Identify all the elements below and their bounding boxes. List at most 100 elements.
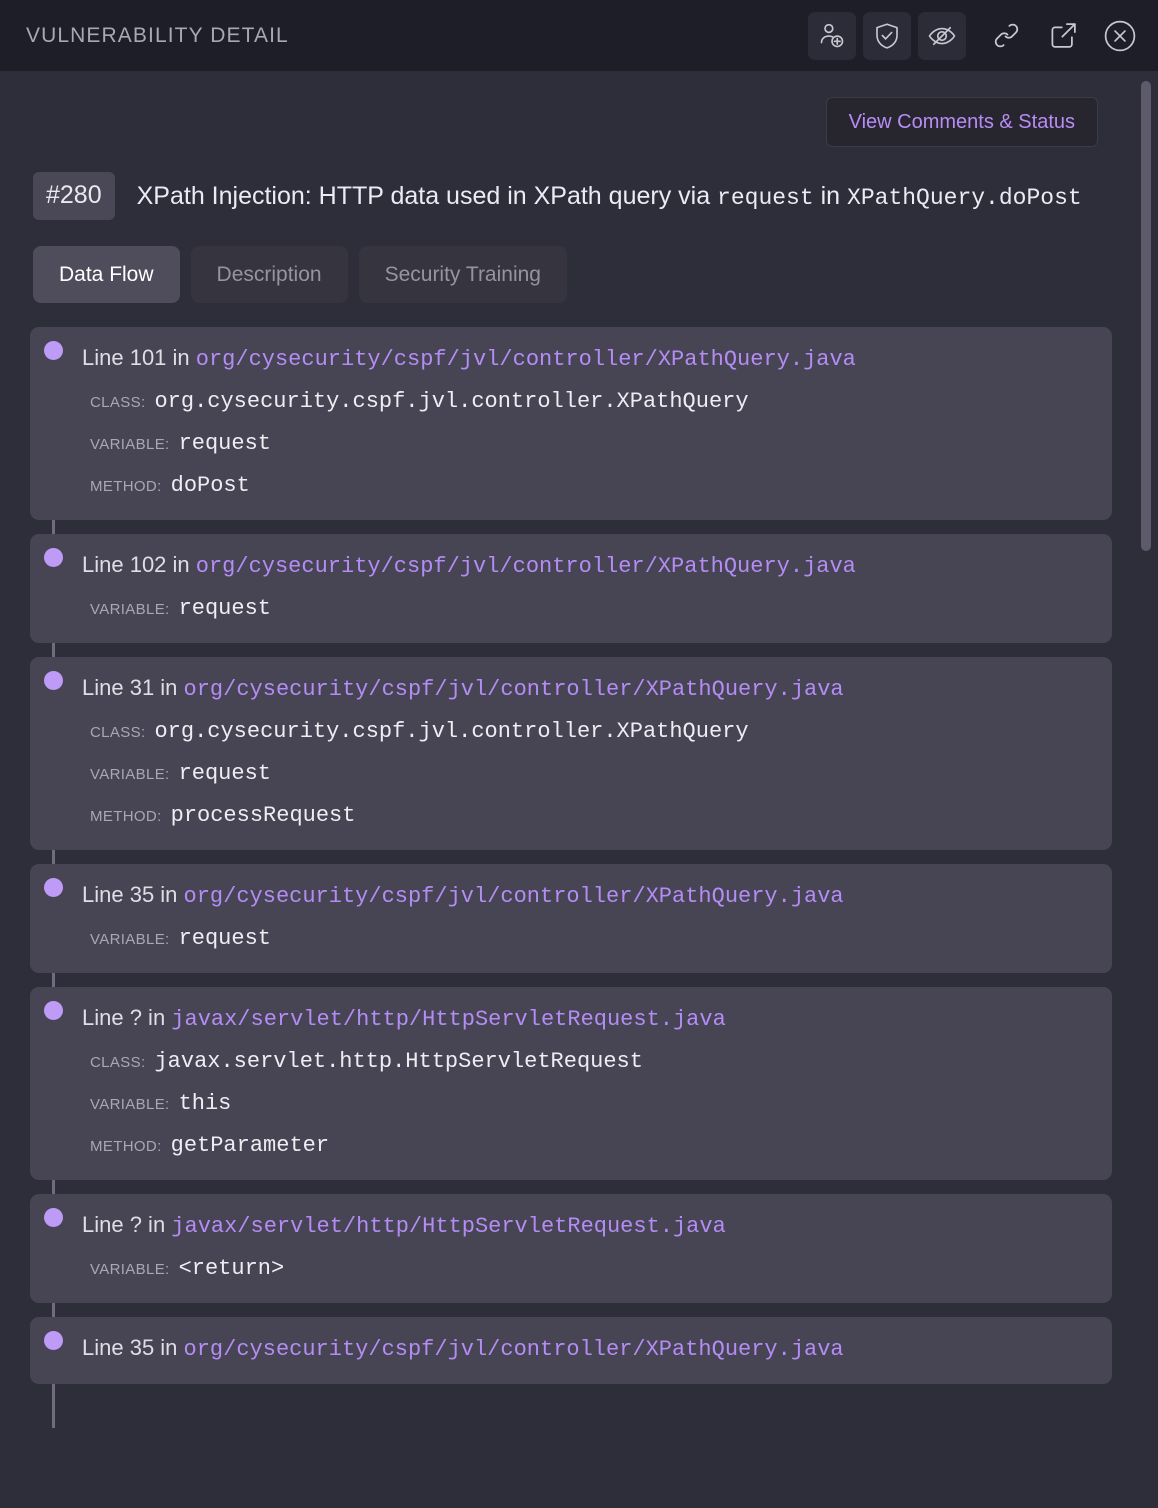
field-variable-name: VARIABLE: <return> xyxy=(82,1256,1088,1281)
data-flow-step-location: Line 35 in org/cysecurity/cspf/jvl/contr… xyxy=(82,882,1088,909)
data-flow-step[interactable]: Line 35 in org/cysecurity/cspf/jvl/contr… xyxy=(30,864,1112,973)
eye-off-icon xyxy=(927,21,957,51)
field-label-variable-name: VARIABLE: xyxy=(90,436,170,453)
field-label-method-name: METHOD: xyxy=(90,478,162,495)
data-flow-step-line: Line 101 in xyxy=(82,345,196,370)
data-flow-step-location: Line 31 in org/cysecurity/cspf/jvl/contr… xyxy=(82,675,1088,702)
field-value-variable-name: request xyxy=(178,926,271,951)
data-flow-step-file-link[interactable]: org/cysecurity/cspf/jvl/controller/XPath… xyxy=(196,347,856,372)
field-label-variable-name: VARIABLE: xyxy=(90,766,170,783)
data-flow-step-fields: VARIABLE: request xyxy=(82,926,1088,951)
timeline-dot-icon xyxy=(44,341,63,360)
mark-verified-button[interactable] xyxy=(863,11,911,60)
vulnerability-id-badge: #280 xyxy=(33,172,115,220)
field-label-class-name: CLASS: xyxy=(90,1054,146,1071)
data-flow-step-file-link[interactable]: org/cysecurity/cspf/jvl/controller/XPath… xyxy=(184,1337,844,1362)
field-label-method-name: METHOD: xyxy=(90,808,162,825)
field-value-class-name: org.cysecurity.cspf.jvl.controller.XPath… xyxy=(154,719,749,744)
field-value-class-name: javax.servlet.http.HttpServletRequest xyxy=(154,1049,643,1074)
field-value-class-name: org.cysecurity.cspf.jvl.controller.XPath… xyxy=(154,389,749,414)
titlebar-actions xyxy=(808,11,1144,60)
data-flow-step-file-link[interactable]: org/cysecurity/cspf/jvl/controller/XPath… xyxy=(184,677,844,702)
data-flow-step-line: Line 31 in xyxy=(82,675,184,700)
field-value-method-name: doPost xyxy=(170,473,250,498)
field-value-method-name: getParameter xyxy=(170,1133,330,1158)
data-flow-step-location: Line ? in javax/servlet/http/HttpServlet… xyxy=(82,1212,1088,1239)
close-circle-icon xyxy=(1102,18,1138,54)
user-add-icon xyxy=(817,21,847,51)
timeline-dot-icon xyxy=(44,1001,63,1020)
data-flow-step[interactable]: Line 31 in org/cysecurity/cspf/jvl/contr… xyxy=(30,657,1112,850)
vertical-scrollbar[interactable] xyxy=(1140,71,1152,1508)
data-flow-step[interactable]: Line 101 in org/cysecurity/cspf/jvl/cont… xyxy=(30,327,1112,520)
data-flow-step-line: Line ? in xyxy=(82,1212,172,1237)
field-variable-name: VARIABLE: this xyxy=(82,1091,1088,1116)
timeline-dot-icon xyxy=(44,878,63,897)
vulnerability-title-text: XPath Injection: HTTP data used in XPath… xyxy=(136,181,718,210)
vulnerability-title-variable: request xyxy=(717,184,814,211)
field-class-name: CLASS: org.cysecurity.cspf.jvl.controller… xyxy=(82,719,1088,744)
close-panel-button[interactable] xyxy=(1096,12,1144,60)
data-flow-step-fields: VARIABLE: request xyxy=(82,596,1088,621)
data-flow-step-file-link[interactable]: org/cysecurity/cspf/jvl/controller/XPath… xyxy=(184,884,844,909)
timeline-dot-icon xyxy=(44,671,63,690)
copy-link-button[interactable] xyxy=(982,12,1030,60)
open-external-button[interactable] xyxy=(1039,12,1087,60)
detail-content: View Comments & Status #280 XPath Inject… xyxy=(0,71,1158,1428)
external-link-icon xyxy=(1048,20,1079,51)
page-title: VULNERABILITY DETAIL xyxy=(26,23,289,47)
detail-scroll-area: View Comments & Status #280 XPath Inject… xyxy=(0,71,1158,1508)
data-flow-step-fields: CLASS: org.cysecurity.cspf.jvl.controller… xyxy=(82,719,1088,828)
field-value-variable-name: request xyxy=(178,596,271,621)
link-icon xyxy=(991,20,1022,51)
timeline-dot-icon xyxy=(44,548,63,567)
data-flow-step-line: Line 35 in xyxy=(82,1335,184,1360)
tab-description[interactable]: Description xyxy=(190,246,348,303)
vulnerability-title-row: #280 XPath Injection: HTTP data used in … xyxy=(30,172,1112,220)
vulnerability-detail-panel: VULNERABILITY DETAIL View Comments & Sta… xyxy=(0,0,1158,1508)
data-flow-step[interactable]: Line ? in javax/servlet/http/HttpServlet… xyxy=(30,1194,1112,1303)
data-flow-list: Line 101 in org/cysecurity/cspf/jvl/cont… xyxy=(30,327,1112,1428)
field-class-name: CLASS: javax.servlet.http.HttpServletRequ… xyxy=(82,1049,1088,1074)
data-flow-step-file-link[interactable]: javax/servlet/http/HttpServletRequest.ja… xyxy=(171,1007,726,1032)
field-value-variable-name: this xyxy=(178,1091,232,1116)
data-flow-step-line: Line 35 in xyxy=(82,882,184,907)
field-label-method-name: METHOD: xyxy=(90,1138,162,1155)
field-method-name: METHOD: processRequest xyxy=(82,803,1088,828)
vulnerability-title-joiner: in xyxy=(813,181,848,210)
field-method-name: METHOD: getParameter xyxy=(82,1133,1088,1158)
hide-finding-button[interactable] xyxy=(918,11,966,60)
field-variable-name: VARIABLE: request xyxy=(82,596,1088,621)
field-class-name: CLASS: org.cysecurity.cspf.jvl.controller… xyxy=(82,389,1088,414)
tab-data-flow[interactable]: Data Flow xyxy=(33,246,180,303)
data-flow-step-location: Line 35 in org/cysecurity/cspf/jvl/contr… xyxy=(82,1335,1088,1362)
field-variable-name: VARIABLE: request xyxy=(82,431,1088,456)
field-value-variable-name: request xyxy=(178,431,271,456)
data-flow-step-file-link[interactable]: org/cysecurity/cspf/jvl/controller/XPath… xyxy=(196,554,856,579)
field-label-class-name: CLASS: xyxy=(90,724,146,741)
data-flow-step[interactable]: Line ? in javax/servlet/http/HttpServlet… xyxy=(30,987,1112,1180)
data-flow-step-fields: CLASS: org.cysecurity.cspf.jvl.controller… xyxy=(82,389,1088,498)
scrollbar-thumb[interactable] xyxy=(1141,81,1151,551)
field-label-variable-name: VARIABLE: xyxy=(90,1096,170,1113)
comments-row: View Comments & Status xyxy=(30,71,1112,147)
data-flow-step[interactable]: Line 35 in org/cysecurity/cspf/jvl/contr… xyxy=(30,1317,1112,1384)
field-value-variable-name: <return> xyxy=(178,1256,285,1281)
data-flow-step-location: Line 102 in org/cysecurity/cspf/jvl/cont… xyxy=(82,552,1088,579)
field-value-variable-name: request xyxy=(178,761,271,786)
data-flow-step-file-link[interactable]: javax/servlet/http/HttpServletRequest.ja… xyxy=(171,1214,726,1239)
field-variable-name: VARIABLE: request xyxy=(82,926,1088,951)
timeline-dot-icon xyxy=(44,1331,63,1350)
data-flow-step[interactable]: Line 102 in org/cysecurity/cspf/jvl/cont… xyxy=(30,534,1112,643)
shield-check-icon xyxy=(872,21,902,51)
data-flow-step-fields: VARIABLE: <return> xyxy=(82,1256,1088,1281)
assign-user-button[interactable] xyxy=(808,11,856,60)
data-flow-step-fields: CLASS: javax.servlet.http.HttpServletRequ… xyxy=(82,1049,1088,1158)
panel-titlebar: VULNERABILITY DETAIL xyxy=(0,0,1158,71)
data-flow-step-location: Line 101 in org/cysecurity/cspf/jvl/cont… xyxy=(82,345,1088,372)
data-flow-step-location: Line ? in javax/servlet/http/HttpServlet… xyxy=(82,1005,1088,1032)
field-label-variable-name: VARIABLE: xyxy=(90,931,170,948)
tab-security-training[interactable]: Security Training xyxy=(358,246,567,303)
vulnerability-title: XPath Injection: HTTP data used in XPath… xyxy=(137,182,1082,211)
view-comments-status-button[interactable]: View Comments & Status xyxy=(825,97,1098,147)
